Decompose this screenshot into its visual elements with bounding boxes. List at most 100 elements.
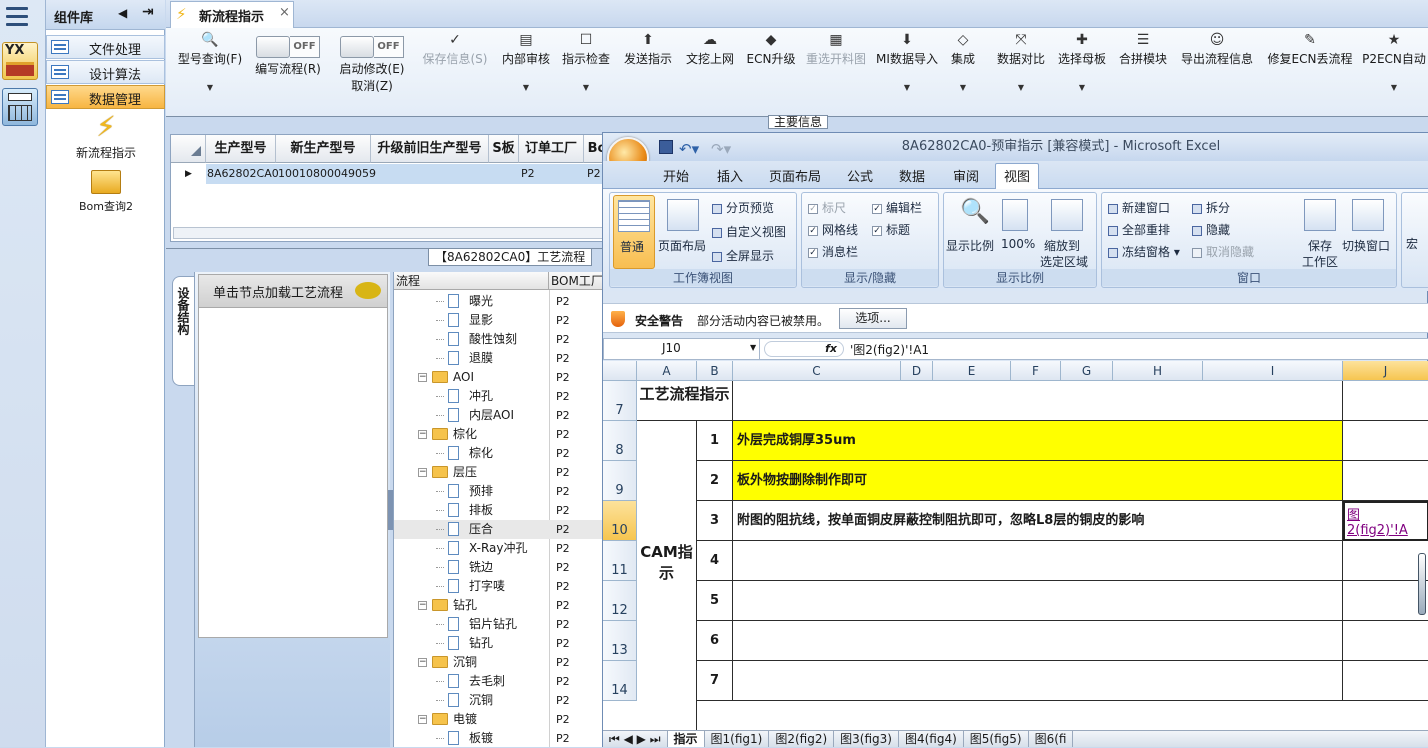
headings-checkbox[interactable]: ✓ 标题: [872, 221, 910, 238]
sheet-tab[interactable]: 图6(fi: [1029, 731, 1074, 747]
tree-node[interactable]: 铝片钻孔 P2: [394, 615, 603, 634]
toolbar-button-13[interactable]: ★ P2ECN自动 ▼: [1362, 30, 1426, 114]
cell-j[interactable]: [1343, 621, 1428, 661]
toolbar-button-8[interactable]: ⤧ 数据对比 ▼: [994, 30, 1048, 114]
tree-node[interactable]: 去毛刺 P2: [394, 672, 603, 691]
cell-index[interactable]: 2: [697, 461, 733, 501]
cell-link[interactable]: 2(fig2)'!A: [1347, 523, 1408, 538]
cell-index[interactable]: 7: [697, 661, 733, 701]
column-header[interactable]: G: [1061, 361, 1113, 381]
ribbon-tab[interactable]: 页面布局: [769, 166, 821, 188]
macro-button[interactable]: 宏: [1406, 235, 1418, 252]
page-layout-button[interactable]: 页面布局: [658, 195, 708, 269]
page-break-button[interactable]: 分页预览: [712, 199, 774, 216]
cell-instruction[interactable]: [733, 581, 1343, 621]
formula-input[interactable]: '图2(fig2)'!A1: [850, 341, 929, 358]
tree-node[interactable]: 压合 P2: [394, 520, 603, 539]
row-header[interactable]: 13: [603, 621, 637, 661]
freeze-panes-button[interactable]: 冻结窗格 ▾: [1108, 243, 1180, 260]
tree-node[interactable]: X-Ray冲孔 P2: [394, 539, 603, 558]
cell-link[interactable]: 图: [1347, 504, 1360, 523]
cell-instruction[interactable]: [733, 621, 1343, 661]
normal-view-button[interactable]: 普通: [613, 195, 655, 269]
tool-new-flow[interactable]: ⚡ 新流程指示: [56, 110, 156, 161]
toolbar-button-0[interactable]: ▤ 内部审核 ▼: [498, 30, 554, 114]
toolbar-button-9[interactable]: ✚ 选择母板 ▼: [1056, 30, 1108, 114]
column-header[interactable]: F: [1011, 361, 1061, 381]
toolbar-button-11[interactable]: ☺ 导出流程信息: [1178, 30, 1256, 114]
toolbar-button-5[interactable]: ▦ 重选开料图: [804, 30, 868, 114]
full-screen-button[interactable]: 全屏显示: [712, 247, 774, 264]
tree-node[interactable]: 显影 P2: [394, 311, 603, 330]
toolbar-button-1[interactable]: ☐ 指示检查 ▼: [558, 30, 614, 114]
tree-node[interactable]: 酸性蚀刻 P2: [394, 330, 603, 349]
row-header[interactable]: 10: [603, 501, 637, 541]
grid-header[interactable]: 升级前旧生产型号: [371, 135, 489, 163]
cell-instruction[interactable]: [733, 661, 1343, 701]
cell-instruction[interactable]: [733, 541, 1343, 581]
row-header[interactable]: 14: [603, 661, 637, 701]
sheet-tab[interactable]: 图2(fig2): [769, 731, 835, 747]
cell-instruction[interactable]: 附图的阻抗线，按单面铜皮屏蔽控制阻抗即可，忽略L8层的铜皮的影响: [733, 501, 1343, 541]
cancel-label[interactable]: 取消(Z): [351, 79, 393, 93]
row-header[interactable]: 7: [603, 381, 637, 421]
tool-bom-query[interactable]: Bom查询2: [56, 166, 156, 214]
ribbon-tab[interactable]: 公式: [847, 166, 873, 188]
ribbon-tab[interactable]: 插入: [717, 166, 743, 188]
toolbar-button-12[interactable]: ✎ 修复ECN丢流程: [1266, 30, 1354, 114]
column-header[interactable]: C: [733, 361, 901, 381]
tab-new-flow[interactable]: ⚡ 新流程指示 ×: [170, 1, 294, 28]
close-icon[interactable]: ×: [279, 5, 290, 20]
sheet-tab[interactable]: 图5(fig5): [964, 731, 1029, 747]
tree-node[interactable]: − 棕化 P2: [394, 425, 603, 444]
ribbon-tab[interactable]: 审阅: [953, 166, 979, 188]
ribbon-tab[interactable]: 开始: [663, 166, 689, 188]
undo-icon[interactable]: ↶▾: [679, 135, 699, 163]
grid-header[interactable]: 生产型号: [206, 135, 276, 163]
zoom-button[interactable]: 🔍 显示比例: [946, 195, 998, 269]
sheet-tab[interactable]: 图1(fig1): [705, 731, 770, 747]
vertical-scrollbar-thumb[interactable]: [1418, 553, 1426, 615]
tree-node[interactable]: 沉铜 P2: [394, 691, 603, 710]
cell-instruction[interactable]: 板外物按删除制作即可: [733, 461, 1343, 501]
sheet-tab[interactable]: 图4(fig4): [899, 731, 964, 747]
cell-j[interactable]: [1343, 581, 1428, 621]
toolbar-button-10[interactable]: ☰ 合拼模块: [1116, 30, 1170, 114]
sheet-nav-icon[interactable]: ⏮ ◀ ▶ ⏭: [603, 731, 668, 747]
ruler-checkbox[interactable]: ✓ 标尺: [808, 199, 846, 216]
cell-j[interactable]: [1343, 461, 1428, 501]
row-header[interactable]: 8: [603, 421, 637, 461]
save-icon[interactable]: [659, 140, 673, 154]
tree-node[interactable]: 棕化 P2: [394, 444, 603, 463]
grid-header[interactable]: 订单工厂: [519, 135, 584, 163]
library-item-file[interactable]: 文件处理: [46, 35, 165, 59]
unhide-button[interactable]: 取消隐藏: [1192, 243, 1254, 260]
tree-node[interactable]: − 层压 P2: [394, 463, 603, 482]
cell-j[interactable]: [1343, 421, 1428, 461]
column-header[interactable]: E: [933, 361, 1011, 381]
cell-index[interactable]: 5: [697, 581, 733, 621]
tree-node[interactable]: 预排 P2: [394, 482, 603, 501]
new-window-button[interactable]: 新建窗口: [1108, 199, 1170, 216]
tree-node[interactable]: − AOI P2: [394, 368, 603, 387]
column-header[interactable]: I: [1203, 361, 1343, 381]
save-info-button[interactable]: ✓ 保存信息(S): [420, 30, 490, 114]
cell-j[interactable]: [1343, 541, 1428, 581]
select-all-corner[interactable]: [603, 361, 637, 381]
column-header[interactable]: H: [1113, 361, 1203, 381]
tree-node[interactable]: 退膜 P2: [394, 349, 603, 368]
fx-icon[interactable]: fx: [764, 341, 844, 357]
tree-node[interactable]: 打字唛 P2: [394, 577, 603, 596]
grid-header[interactable]: 新生产型号: [276, 135, 371, 163]
tree-node[interactable]: − 沉铜 P2: [394, 653, 603, 672]
horizontal-scrollbar[interactable]: [173, 227, 607, 239]
toolbar-button-3[interactable]: ☁ 文挖上网: [680, 30, 740, 114]
chevron-down-icon[interactable]: ▼: [750, 343, 756, 352]
collapse-icon[interactable]: −: [418, 658, 427, 667]
toggle-switch[interactable]: [340, 36, 374, 58]
row-header[interactable]: 12: [603, 581, 637, 621]
arrange-all-button[interactable]: 全部重排: [1108, 221, 1170, 238]
tree-node[interactable]: 内层AOI P2: [394, 406, 603, 425]
tree-node[interactable]: 曝光 P2: [394, 292, 603, 311]
redo-icon[interactable]: ↷▾: [711, 135, 731, 163]
